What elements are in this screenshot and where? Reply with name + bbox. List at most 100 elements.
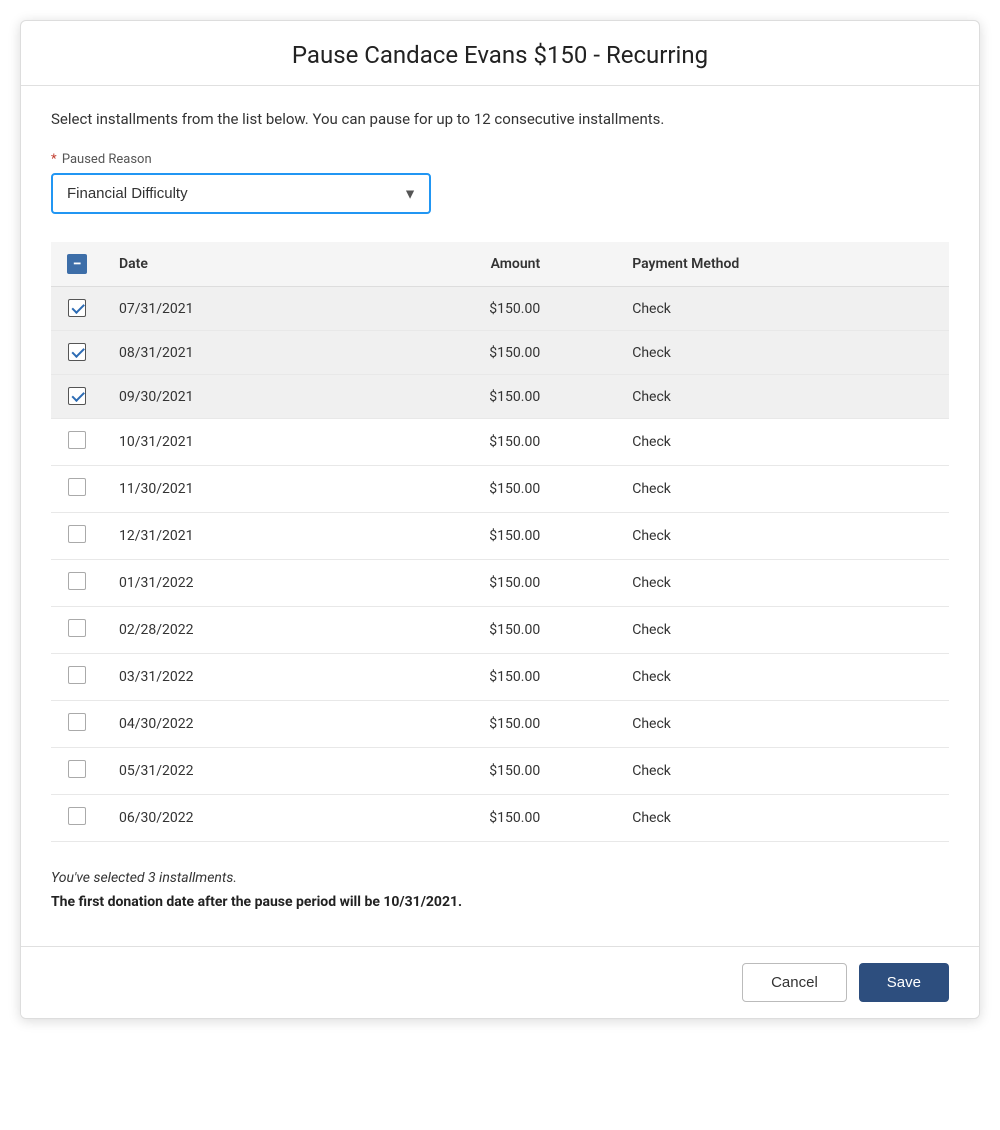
row-checkbox[interactable] (68, 343, 86, 361)
row-spacer (556, 287, 616, 331)
row-checkbox-cell (51, 287, 103, 331)
table-row: 08/31/2021$150.00 Check (51, 331, 949, 375)
row-date: 10/31/2021 (103, 419, 358, 466)
row-checkbox[interactable] (68, 713, 86, 731)
row-checkbox-cell (51, 419, 103, 466)
row-amount: $150.00 (358, 375, 556, 419)
row-amount: $150.00 (358, 466, 556, 513)
table-row: 03/31/2022$150.00 Check (51, 654, 949, 701)
table-row: 10/31/2021$150.00 Check (51, 419, 949, 466)
deselect-all-button[interactable]: − (67, 254, 87, 274)
required-indicator: * (51, 152, 57, 167)
row-amount: $150.00 (358, 419, 556, 466)
row-amount: $150.00 (358, 331, 556, 375)
row-date: 08/31/2021 (103, 331, 358, 375)
row-date: 09/30/2021 (103, 375, 358, 419)
row-date: 11/30/2021 (103, 466, 358, 513)
row-payment: Check (616, 607, 949, 654)
row-checkbox[interactable] (68, 431, 86, 449)
table-row: 12/31/2021$150.00 Check (51, 513, 949, 560)
next-donation-text: The first donation date after the pause … (51, 894, 949, 910)
selected-count-text: You've selected 3 installments. (51, 870, 949, 886)
row-amount: $150.00 (358, 513, 556, 560)
row-amount: $150.00 (358, 654, 556, 701)
row-payment: Check (616, 513, 949, 560)
table-row: 09/30/2021$150.00 Check (51, 375, 949, 419)
installments-table: − Date Amount Payment Method 07/31/2021$… (51, 242, 949, 842)
payment-column-header: Payment Method (616, 242, 949, 287)
row-date: 04/30/2022 (103, 701, 358, 748)
row-amount: $150.00 (358, 287, 556, 331)
row-spacer (556, 701, 616, 748)
table-row: 05/31/2022$150.00 Check (51, 748, 949, 795)
row-spacer (556, 607, 616, 654)
table-row: 01/31/2022$150.00Check (51, 560, 949, 607)
row-checkbox[interactable] (68, 666, 86, 684)
modal-title: Pause Candace Evans $150 - Recurring (51, 41, 949, 69)
row-checkbox[interactable] (68, 807, 86, 825)
row-date: 01/31/2022 (103, 560, 358, 607)
row-checkbox-cell (51, 701, 103, 748)
date-column-header: Date (103, 242, 358, 287)
paused-reason-label: * Paused Reason (51, 152, 949, 167)
row-payment: Check (616, 748, 949, 795)
instruction-text: Select installments from the list below.… (51, 110, 949, 128)
row-spacer (556, 748, 616, 795)
paused-reason-wrapper: Financial Difficulty Other Temporary Lea… (51, 173, 431, 214)
summary-section: You've selected 3 installments. The firs… (51, 866, 949, 926)
row-amount: $150.00 (358, 748, 556, 795)
pause-modal: Pause Candace Evans $150 - Recurring Sel… (20, 20, 980, 1019)
row-spacer (556, 466, 616, 513)
row-payment: Check (616, 560, 949, 607)
row-payment: Check (616, 331, 949, 375)
table-row: 04/30/2022$150.00 Check (51, 701, 949, 748)
row-payment: Check (616, 287, 949, 331)
row-spacer (556, 560, 616, 607)
row-checkbox-cell (51, 748, 103, 795)
row-spacer (556, 331, 616, 375)
row-payment: Check (616, 375, 949, 419)
row-spacer (556, 795, 616, 842)
save-button[interactable]: Save (859, 963, 949, 1002)
modal-footer: Cancel Save (21, 946, 979, 1018)
row-amount: $150.00 (358, 607, 556, 654)
row-checkbox[interactable] (68, 478, 86, 496)
row-checkbox[interactable] (68, 387, 86, 405)
paused-reason-label-text: Paused Reason (62, 152, 152, 167)
table-row: 06/30/2022$150.00 Check (51, 795, 949, 842)
row-amount: $150.00 (358, 795, 556, 842)
row-date: 12/31/2021 (103, 513, 358, 560)
row-spacer (556, 513, 616, 560)
row-payment: Check (616, 419, 949, 466)
select-all-header[interactable]: − (51, 242, 103, 287)
row-checkbox-cell (51, 560, 103, 607)
row-checkbox-cell (51, 795, 103, 842)
row-checkbox-cell (51, 331, 103, 375)
row-date: 02/28/2022 (103, 607, 358, 654)
row-amount: $150.00 (358, 701, 556, 748)
row-spacer (556, 654, 616, 701)
modal-header: Pause Candace Evans $150 - Recurring (21, 21, 979, 86)
row-date: 05/31/2022 (103, 748, 358, 795)
row-payment: Check (616, 654, 949, 701)
row-checkbox-cell (51, 513, 103, 560)
paused-reason-select[interactable]: Financial Difficulty Other Temporary Lea… (51, 173, 431, 214)
modal-body: Select installments from the list below.… (21, 86, 979, 946)
row-spacer (556, 375, 616, 419)
row-checkbox[interactable] (68, 760, 86, 778)
row-checkbox-cell (51, 607, 103, 654)
table-header-row: − Date Amount Payment Method (51, 242, 949, 287)
row-date: 03/31/2022 (103, 654, 358, 701)
cancel-button[interactable]: Cancel (742, 963, 847, 1002)
row-checkbox-cell (51, 654, 103, 701)
row-date: 06/30/2022 (103, 795, 358, 842)
table-body: 07/31/2021$150.00Check08/31/2021$150.00C… (51, 287, 949, 842)
table-row: 02/28/2022$150.00 Check (51, 607, 949, 654)
row-checkbox[interactable] (68, 299, 86, 317)
row-payment: Check (616, 795, 949, 842)
row-checkbox[interactable] (68, 619, 86, 637)
row-payment: Check (616, 701, 949, 748)
row-checkbox[interactable] (68, 525, 86, 543)
row-date: 07/31/2021 (103, 287, 358, 331)
row-checkbox[interactable] (68, 572, 86, 590)
